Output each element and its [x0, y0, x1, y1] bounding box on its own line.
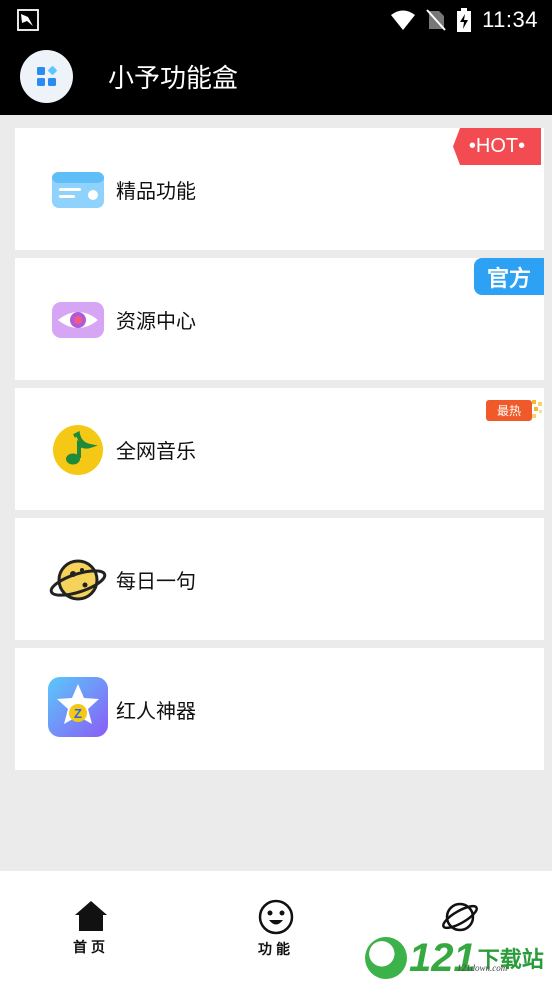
home-icon	[75, 901, 107, 931]
feature-list: 精品功能 •HOT• 资源中心 官方 全网音乐 最热 每日一句 Z 红人神器	[0, 115, 552, 871]
battery-icon	[457, 8, 472, 32]
list-item-resources[interactable]: 资源中心 官方	[15, 258, 544, 380]
card-label: 全网音乐	[116, 439, 196, 463]
list-item-music[interactable]: 全网音乐 最热	[15, 388, 544, 510]
watermark-number: 121	[409, 935, 476, 980]
tab-discover[interactable]	[410, 899, 510, 939]
planet-icon	[47, 552, 109, 608]
official-badge: 官方	[474, 258, 544, 295]
wifi-icon	[391, 10, 416, 30]
card-label: 红人神器	[116, 699, 196, 723]
app-logo-icon[interactable]	[20, 50, 73, 103]
tab-home[interactable]: 首页	[41, 899, 141, 957]
card-label: 资源中心	[116, 309, 196, 333]
music-note-icon	[47, 422, 109, 478]
app-bar: 小予功能盒	[0, 40, 552, 115]
status-time: 11:34	[482, 7, 538, 32]
list-item-daily-quote[interactable]: 每日一句	[15, 518, 544, 640]
pixel-decoration	[532, 400, 542, 418]
planet-outline-icon	[442, 902, 478, 932]
watermark: 121 下载站 121down.com	[365, 935, 552, 981]
tab-features[interactable]: 功能	[226, 899, 326, 959]
card-label: 每日一句	[116, 569, 196, 593]
watermark-ball-icon	[365, 937, 407, 979]
star-icon: Z	[47, 677, 109, 737]
no-sim-icon	[426, 9, 446, 31]
svg-text:Z: Z	[74, 706, 82, 721]
eye-icon	[47, 292, 109, 348]
watermark-sub: 121down.com	[457, 963, 508, 973]
page-title: 小予功能盒	[108, 64, 239, 94]
hot-badge: •HOT•	[453, 128, 541, 165]
list-item-influencer-tool[interactable]: Z 红人神器	[15, 648, 544, 770]
card-label: 精品功能	[116, 179, 196, 203]
status-icons: 11:34	[390, 6, 538, 34]
list-item-premium[interactable]: 精品功能 •HOT•	[15, 128, 544, 250]
status-bar: 11:34	[0, 0, 552, 40]
smile-icon	[258, 899, 294, 935]
nav-label: 首页	[73, 940, 109, 956]
notification-icon	[17, 9, 39, 31]
nav-label: 功能	[258, 942, 294, 958]
card-icon	[47, 162, 109, 218]
hottest-badge: 最热	[486, 400, 532, 421]
